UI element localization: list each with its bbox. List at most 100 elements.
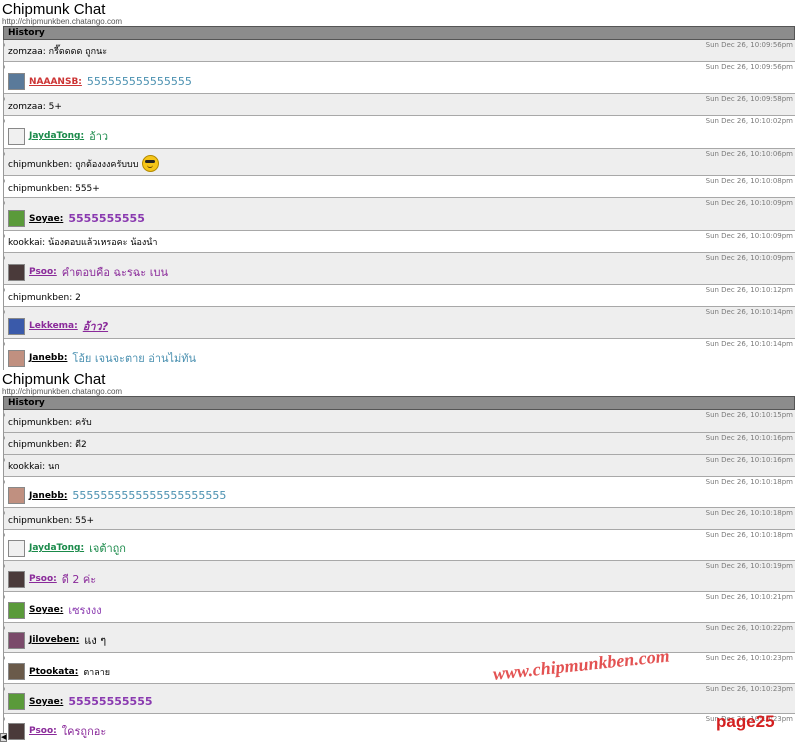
message-timestamp: Sun Dec 26, 10:10:16pm [705, 456, 793, 464]
message-row: Sun Dec 26, 10:10:16pm kookkai: นก [4, 455, 795, 477]
message-row: Sun Dec 26, 10:10:18pm chipmunkben: 55+ [4, 508, 795, 530]
message-row: Sun Dec 26, 10:10:16pm chipmunkben: ดี2 [4, 433, 795, 455]
message-text: chipmunkben: 2 [8, 293, 81, 303]
message-text: chipmunkben: 555+ [8, 184, 100, 194]
message-list[interactable]: Sun Dec 26, 10:10:15pm chipmunkben: ครับ S… [3, 410, 795, 742]
message-timestamp: Sun Dec 26, 10:10:09pm [705, 199, 793, 207]
avatar[interactable] [8, 663, 25, 680]
message-timestamp: Sun Dec 26, 10:10:08pm [705, 177, 793, 185]
message-timestamp: Sun Dec 26, 10:10:18pm [705, 509, 793, 517]
row-marker-icon [4, 234, 5, 238]
scroll-left-arrow-icon[interactable]: ◀ [0, 733, 7, 742]
row-marker-icon [4, 656, 5, 660]
message-text: kookkai: น้องตอบแล้วเหรอคะ น้องนำ [8, 238, 158, 248]
message-content: Jiloveben: แง ๆ [8, 631, 106, 649]
message-timestamp: Sun Dec 26, 10:10:19pm [705, 562, 793, 570]
username-link[interactable]: Psoo: [29, 726, 57, 736]
message-text: อ้าว? [82, 320, 109, 333]
avatar[interactable] [8, 210, 25, 227]
message-content: Soyae: 5555555555 [8, 210, 145, 227]
message-text: chipmunkben: ถูกต้องงงครับบบ [8, 159, 139, 170]
row-marker-icon [4, 119, 5, 123]
row-marker-icon [4, 152, 5, 156]
message-content: Psoo: ดี 2 ค่ะ [8, 570, 96, 588]
history-header[interactable]: History [3, 396, 795, 410]
row-marker-icon [4, 626, 5, 630]
message-row: Sun Dec 26, 10:10:18pm JaydaTong: เจต้าถูก [4, 530, 795, 561]
username-link[interactable]: Psoo: [29, 574, 57, 584]
avatar[interactable] [8, 487, 25, 504]
message-timestamp: Sun Dec 26, 10:10:22pm [705, 624, 793, 632]
message-timestamp: Sun Dec 26, 10:10:23pm [705, 685, 793, 693]
row-marker-icon [4, 342, 5, 346]
message-text: ดี 2 ค่ะ [61, 573, 97, 586]
username-link[interactable]: Soyae: [29, 214, 63, 224]
avatar[interactable] [8, 722, 25, 740]
username-link[interactable]: Psoo: [29, 267, 57, 277]
username-link[interactable]: JaydaTong: [29, 131, 84, 141]
row-marker-icon [4, 256, 5, 260]
avatar[interactable] [8, 570, 25, 588]
message-text: 55555555555 [68, 695, 153, 708]
message-row: Sun Dec 26, 10:10:23pm Ptookata: ตาลาย [4, 653, 795, 684]
chat-panel-bottom: Chipmunk Chat http://chipmunkben.chatang… [0, 370, 795, 742]
message-timestamp: Sun Dec 26, 10:10:15pm [705, 411, 793, 419]
message-row: Sun Dec 26, 10:10:21pm Soyae: เซรงงง [4, 592, 795, 623]
username-link[interactable]: Lekkema: [29, 321, 78, 331]
message-row: Sun Dec 26, 10:10:14pm Lekkema: อ้าว? [4, 307, 795, 339]
avatar[interactable] [8, 73, 25, 90]
avatar[interactable] [8, 349, 25, 367]
message-text: ใครถูกอะ [61, 725, 107, 738]
message-content: JaydaTong: เจต้าถูก [8, 539, 126, 557]
message-timestamp: Sun Dec 26, 10:10:12pm [705, 286, 793, 294]
username-link[interactable]: Soyae: [29, 697, 63, 707]
message-content: JaydaTong: อ้าว [8, 127, 108, 145]
message-list[interactable]: Sun Dec 26, 10:09:56pm zomzaa: กรี๊ดดดด ถ… [3, 40, 795, 370]
message-text: โอ้ย เจนจะตาย อ่านไม่ทัน [72, 352, 197, 365]
page-label: page25 [716, 712, 775, 731]
chat-title: Chipmunk Chat [2, 371, 106, 388]
avatar[interactable] [8, 317, 25, 335]
message-text: chipmunkben: ดี2 [8, 440, 87, 450]
message-text: zomzaa: 5+ [8, 102, 62, 112]
username-link[interactable]: Janebb: [29, 491, 67, 501]
avatar[interactable] [8, 601, 25, 619]
avatar[interactable] [8, 539, 25, 557]
username-link[interactable]: Jiloveben: [29, 635, 79, 645]
history-header[interactable]: History [3, 26, 795, 40]
username-link[interactable]: NAAANSB: [29, 77, 82, 87]
username-link[interactable]: JaydaTong: [29, 543, 84, 553]
message-timestamp: Sun Dec 26, 10:10:06pm [705, 150, 793, 158]
message-row: Sun Dec 26, 10:10:18pm Janebb: 55555555555… [4, 477, 795, 508]
message-timestamp: Sun Dec 26, 10:10:09pm [705, 254, 793, 262]
row-marker-icon [4, 179, 5, 183]
message-timestamp: Sun Dec 26, 10:10:18pm [705, 478, 793, 486]
avatar[interactable] [8, 127, 25, 145]
message-timestamp: Sun Dec 26, 10:10:14pm [705, 308, 793, 316]
message-row: Sun Dec 26, 10:09:56pm zomzaa: กรี๊ดดดด ถ… [4, 40, 795, 62]
message-content: Lekkema: อ้าว? [8, 317, 108, 335]
cool-smiley-icon [142, 155, 160, 172]
avatar[interactable] [8, 693, 25, 710]
username-link[interactable]: Janebb: [29, 353, 67, 363]
avatar[interactable] [8, 263, 25, 281]
message-text: 5555555555 [68, 212, 145, 225]
row-marker-icon [4, 310, 5, 314]
message-content: NAAANSB: 555555555555555 [8, 73, 192, 90]
message-text: ตาลาย [83, 667, 111, 678]
row-marker-icon [4, 595, 5, 599]
message-content: Janebb: 5555555555555555555555 [8, 487, 226, 504]
message-row: Sun Dec 26, 10:10:12pm chipmunkben: 2 [4, 285, 795, 307]
row-marker-icon [4, 458, 5, 462]
chat-url[interactable]: http://chipmunkben.chatango.com [2, 388, 122, 396]
message-row: Sun Dec 26, 10:10:09pm Soyae: 5555555555 [4, 198, 795, 231]
message-timestamp: Sun Dec 26, 10:10:09pm [705, 232, 793, 240]
row-marker-icon [4, 511, 5, 515]
chat-url[interactable]: http://chipmunkben.chatango.com [2, 18, 122, 26]
avatar[interactable] [8, 631, 25, 649]
message-timestamp: Sun Dec 26, 10:10:18pm [705, 531, 793, 539]
message-row: Sun Dec 26, 10:10:19pm Psoo: ดี 2 ค่ะ [4, 561, 795, 592]
message-row: Sun Dec 26, 10:10:23pm Soyae: 55555555555 [4, 684, 795, 714]
username-link[interactable]: Soyae: [29, 605, 63, 615]
username-link[interactable]: Ptookata: [29, 667, 78, 677]
